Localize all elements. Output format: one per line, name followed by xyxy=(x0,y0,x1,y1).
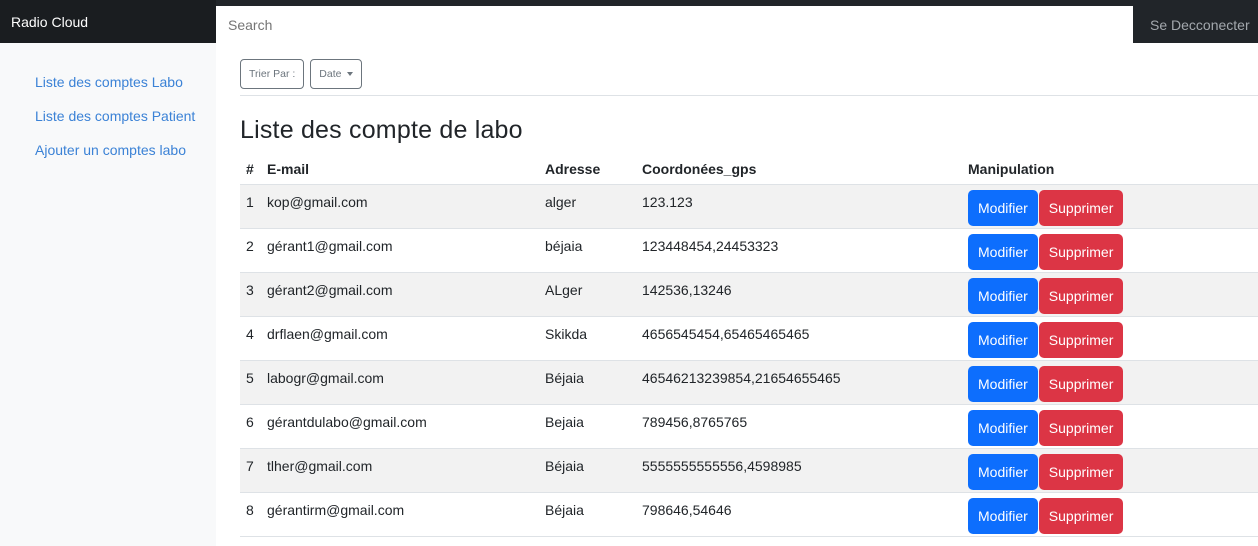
delete-button[interactable]: Supprimer xyxy=(1038,497,1124,534)
cell-num: 3 xyxy=(240,272,261,317)
cell-address: Béjaia xyxy=(539,492,636,537)
delete-button[interactable]: Supprimer xyxy=(1038,321,1124,358)
cell-actions: Modifier Supprimer xyxy=(962,228,1258,273)
sidebar-item-labo-accounts[interactable]: Liste des comptes Labo xyxy=(0,68,216,102)
search-input[interactable] xyxy=(216,6,1133,43)
cell-gps: 123.123 xyxy=(636,184,962,229)
cell-address: Béjaia xyxy=(539,448,636,493)
cell-actions: Modifier Supprimer xyxy=(962,316,1258,361)
modify-button[interactable]: Modifier xyxy=(968,189,1038,226)
table-row: 1 kop@gmail.com alger 123.123 Modifier Suppri… xyxy=(240,184,1258,229)
cell-num: 8 xyxy=(240,492,261,537)
delete-button[interactable]: Supprimer xyxy=(1038,277,1124,314)
logout-link[interactable]: Se Decconecter xyxy=(1133,6,1258,43)
cell-actions: Modifier Supprimer xyxy=(962,448,1258,493)
sidebar: Liste des comptes Labo Liste des comptes… xyxy=(0,43,216,546)
cell-actions: Modifier Supprimer xyxy=(962,184,1258,229)
cell-email: labogr@gmail.com xyxy=(261,360,539,405)
cell-actions: Modifier Supprimer xyxy=(962,404,1258,449)
cell-email: drflaen@gmail.com xyxy=(261,316,539,361)
modify-button[interactable]: Modifier xyxy=(968,365,1038,402)
cell-address: Skikda xyxy=(539,316,636,361)
sort-dropdown-value: Date xyxy=(319,68,342,80)
table-row: 2 gérant1@gmail.com béjaia 123448454,244533… xyxy=(240,228,1258,273)
table-row: 3 gérant2@gmail.com ALger 142536,13246 Modif… xyxy=(240,272,1258,317)
cell-actions: Modifier Supprimer xyxy=(962,360,1258,405)
cell-gps: 4656545454,65465465465 xyxy=(636,316,962,361)
cell-num: 7 xyxy=(240,448,261,493)
sidebar-item-add-labo-account[interactable]: Ajouter un comptes labo xyxy=(0,136,216,170)
labo-accounts-table: # E-mail Adresse Coordonées_gps Manipula… xyxy=(240,155,1258,537)
cell-gps: 5555555555556,4598985 xyxy=(636,448,962,493)
modify-button[interactable]: Modifier xyxy=(968,321,1038,358)
cell-gps: 789456,8765765 xyxy=(636,404,962,449)
table-row: 8 gérantirm@gmail.com Béjaia 798646,54646 Mo… xyxy=(240,492,1258,537)
table-header-row: # E-mail Adresse Coordonées_gps Manipula… xyxy=(240,155,1258,185)
modify-button[interactable]: Modifier xyxy=(968,409,1038,446)
table-row: 4 drflaen@gmail.com Skikda 4656545454,65465… xyxy=(240,316,1258,361)
cell-email: tlher@gmail.com xyxy=(261,448,539,493)
brand-logo[interactable]: Radio Cloud xyxy=(0,0,216,43)
delete-button[interactable]: Supprimer xyxy=(1038,409,1124,446)
modify-button[interactable]: Modifier xyxy=(968,453,1038,490)
modify-button[interactable]: Modifier xyxy=(968,497,1038,534)
cell-address: alger xyxy=(539,184,636,229)
table-row: 7 tlher@gmail.com Béjaia 5555555555556,4598… xyxy=(240,448,1258,493)
header-gps: Coordonées_gps xyxy=(636,155,962,185)
cell-email: kop@gmail.com xyxy=(261,184,539,229)
cell-email: gérant1@gmail.com xyxy=(261,228,539,273)
main-content: Trier Par : Date Liste des compte de lab… xyxy=(240,43,1258,546)
sort-label-button[interactable]: Trier Par : xyxy=(240,59,305,89)
sidebar-item-patient-accounts[interactable]: Liste des comptes Patient xyxy=(0,102,216,136)
delete-button[interactable]: Supprimer xyxy=(1038,365,1124,402)
cell-actions: Modifier Supprimer xyxy=(962,492,1258,537)
delete-button[interactable]: Supprimer xyxy=(1038,453,1124,490)
cell-address: ALger xyxy=(539,272,636,317)
header-address: Adresse xyxy=(539,155,636,185)
cell-gps: 123448454,24453323 xyxy=(636,228,962,273)
cell-email: gérantdulabo@gmail.com xyxy=(261,404,539,449)
cell-num: 2 xyxy=(240,228,261,273)
cell-num: 5 xyxy=(240,360,261,405)
cell-address: béjaia xyxy=(539,228,636,273)
delete-button[interactable]: Supprimer xyxy=(1038,233,1124,270)
sort-dropdown[interactable]: Date xyxy=(310,59,363,89)
top-navbar: Radio Cloud Se Decconecter xyxy=(0,0,1258,43)
header-email: E-mail xyxy=(261,155,539,185)
header-num: # xyxy=(240,155,261,185)
cell-gps: 142536,13246 xyxy=(636,272,962,317)
divider xyxy=(240,95,1258,96)
table-row: 6 gérantdulabo@gmail.com Bejaia 789456,8765… xyxy=(240,404,1258,449)
cell-address: Bejaia xyxy=(539,404,636,449)
modify-button[interactable]: Modifier xyxy=(968,233,1038,270)
cell-email: gérant2@gmail.com xyxy=(261,272,539,317)
cell-address: Béjaia xyxy=(539,360,636,405)
cell-actions: Modifier Supprimer xyxy=(962,272,1258,317)
cell-num: 6 xyxy=(240,404,261,449)
cell-gps: 798646,54646 xyxy=(636,492,962,537)
page-title: Liste des compte de labo xyxy=(240,116,523,144)
cell-num: 1 xyxy=(240,184,261,229)
header-actions: Manipulation xyxy=(962,155,1258,185)
cell-num: 4 xyxy=(240,316,261,361)
delete-button[interactable]: Supprimer xyxy=(1038,189,1124,226)
cell-email: gérantirm@gmail.com xyxy=(261,492,539,537)
table-row: 5 labogr@gmail.com Béjaia 46546213239854,21… xyxy=(240,360,1258,405)
sort-toolbar: Trier Par : Date xyxy=(240,59,363,89)
modify-button[interactable]: Modifier xyxy=(968,277,1038,314)
cell-gps: 46546213239854,21654655465 xyxy=(636,360,962,405)
chevron-down-icon xyxy=(347,72,354,76)
